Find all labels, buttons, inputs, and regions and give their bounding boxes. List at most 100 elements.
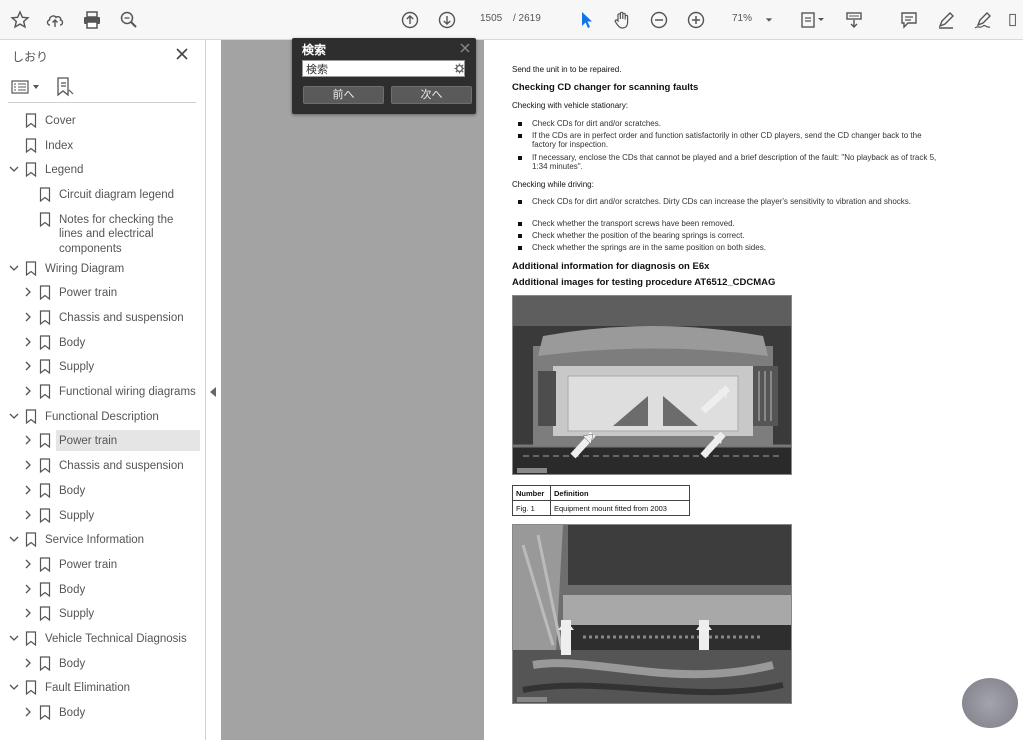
print-icon[interactable] <box>80 8 104 32</box>
bookmark-item[interactable]: Vehicle Technical Diagnosis <box>0 628 206 650</box>
close-search-icon[interactable] <box>459 42 471 54</box>
chevron-right-icon[interactable] <box>22 459 34 471</box>
zoom-out-icon[interactable] <box>647 8 671 32</box>
chevron-right-icon[interactable] <box>22 311 34 323</box>
bookmark-icon <box>39 334 51 350</box>
bookmark-item[interactable]: Supply <box>0 603 206 625</box>
sign-pen-icon[interactable] <box>971 8 995 32</box>
bookmark-toolbar <box>0 68 206 102</box>
bookmark-label: Wiring Diagram <box>45 262 125 275</box>
select-cursor-icon[interactable] <box>574 8 598 32</box>
previous-page-icon[interactable] <box>398 8 422 32</box>
bookmark-item[interactable]: Body <box>0 702 206 724</box>
bookmark-item[interactable]: Notes for checking the lines and electri… <box>0 209 206 255</box>
chevron-right-icon[interactable] <box>22 558 34 570</box>
page-number-input[interactable]: 1505 <box>480 13 502 24</box>
bookmark-item[interactable]: Body <box>0 332 206 354</box>
chevron-down-icon[interactable] <box>8 163 20 175</box>
chevron-right-icon[interactable] <box>22 484 34 496</box>
new-bookmark-icon[interactable] <box>56 77 74 97</box>
hand-tool-icon[interactable] <box>610 8 634 32</box>
next-page-icon[interactable] <box>435 8 459 32</box>
bookmark-label: Functional wiring diagrams <box>59 386 196 398</box>
chevron-right-icon[interactable] <box>22 336 34 348</box>
bookmark-item[interactable]: Wiring Diagram <box>0 258 206 280</box>
zoom-dropdown-chevron-icon[interactable] <box>762 8 776 32</box>
chevron-right-icon[interactable] <box>22 385 34 397</box>
bookmark-icon <box>39 212 51 228</box>
upload-cloud-icon[interactable] <box>43 8 67 32</box>
bookmark-item[interactable]: Power train <box>0 282 206 304</box>
heading-cd-changer: Checking CD changer for scanning faults <box>512 82 699 93</box>
bookmark-item[interactable]: Chassis and suspension <box>0 307 206 329</box>
close-panel-icon[interactable] <box>174 46 190 62</box>
intro-text: Send the unit in to be repaired. <box>512 65 622 74</box>
document-page: Send the unit in to be repaired. Checkin… <box>484 40 1023 740</box>
bookmark-icon <box>39 384 51 400</box>
bookmark-item[interactable]: Chassis and suspension <box>0 455 206 477</box>
table-header: Number <box>512 485 551 501</box>
bookmark-item[interactable]: Service Information <box>0 529 206 551</box>
chevron-down-icon[interactable] <box>8 410 20 422</box>
comment-icon[interactable] <box>897 8 921 32</box>
bookmark-options-icon[interactable] <box>11 80 41 94</box>
table-row: Fig. 1 Equipment mount fitted from 2003 <box>512 500 690 516</box>
bookmark-icon <box>39 581 51 597</box>
chevron-right-icon[interactable] <box>22 706 34 718</box>
page-display-icon[interactable] <box>797 8 827 32</box>
bookmark-icon <box>39 656 51 671</box>
bookmark-item[interactable]: Legend <box>0 159 206 181</box>
more-tools-icon[interactable] <box>1005 8 1021 32</box>
bookmark-item[interactable]: Fault Elimination <box>0 677 206 699</box>
bookmark-icon <box>25 138 37 153</box>
chevron-down-icon[interactable] <box>8 632 20 644</box>
chevron-right-icon[interactable] <box>22 360 34 372</box>
list-item: Check whether the springs are in the sam… <box>512 243 942 252</box>
star-icon[interactable] <box>8 8 32 32</box>
table-header: Definition <box>550 485 690 501</box>
bookmark-icon <box>39 187 51 203</box>
bookmark-label: Chassis and suspension <box>59 311 184 324</box>
bookmark-item[interactable]: Body <box>0 480 206 502</box>
chevron-down-icon[interactable] <box>8 681 20 693</box>
list-item: Check CDs for dirt and/or scratches. Dir… <box>512 197 942 206</box>
collapse-panel-arrow-icon[interactable] <box>208 386 218 398</box>
bookmark-item[interactable]: Supply <box>0 505 206 527</box>
previous-result-button[interactable]: 前へ <box>303 86 384 104</box>
chevron-right-icon[interactable] <box>22 657 34 669</box>
bookmark-item[interactable]: Supply <box>0 356 206 378</box>
zoom-in-icon[interactable] <box>684 8 708 32</box>
bookmark-item[interactable]: Functional wiring diagrams <box>0 381 206 403</box>
bookmark-item[interactable]: Cover <box>0 110 206 132</box>
bookmark-label: Supply <box>59 608 95 621</box>
bookmark-item[interactable]: Body <box>0 653 206 675</box>
bookmark-label: Cover <box>45 115 76 127</box>
next-result-button[interactable]: 次へ <box>391 86 472 104</box>
chevron-right-icon[interactable] <box>22 583 34 595</box>
chevron-right-icon[interactable] <box>22 434 34 446</box>
bookmark-label: Supply <box>59 361 95 374</box>
gear-icon[interactable] <box>454 63 465 74</box>
list-item: If necessary, enclose the CDs that canno… <box>512 153 942 171</box>
bookmark-label: Body <box>59 583 86 596</box>
zoom-level[interactable]: 71% <box>732 13 752 24</box>
bookmark-item[interactable]: Body <box>0 579 206 601</box>
bookmark-icon <box>25 532 37 548</box>
highlight-pen-icon[interactable] <box>934 8 958 32</box>
bookmark-item[interactable]: Index <box>0 135 206 157</box>
bookmark-item[interactable]: Power train <box>0 554 206 576</box>
search-input[interactable] <box>306 62 446 75</box>
bookmark-item[interactable]: Functional Description <box>0 406 206 428</box>
chevron-down-icon[interactable] <box>8 262 20 274</box>
chevron-down-icon[interactable] <box>8 533 20 545</box>
bookmark-icon <box>39 705 51 721</box>
zoom-search-icon[interactable] <box>117 8 141 32</box>
bookmark-item[interactable]: Power train <box>0 430 206 452</box>
chevron-right-icon[interactable] <box>22 286 34 298</box>
chevron-right-icon[interactable] <box>22 607 34 619</box>
chevron-right-icon[interactable] <box>22 509 34 521</box>
table-cell: Equipment mount fitted from 2003 <box>550 500 690 516</box>
bookmark-item[interactable]: Circuit diagram legend <box>0 184 206 206</box>
scroll-mode-icon[interactable] <box>842 8 866 32</box>
bookmark-label: Supply <box>59 509 95 522</box>
